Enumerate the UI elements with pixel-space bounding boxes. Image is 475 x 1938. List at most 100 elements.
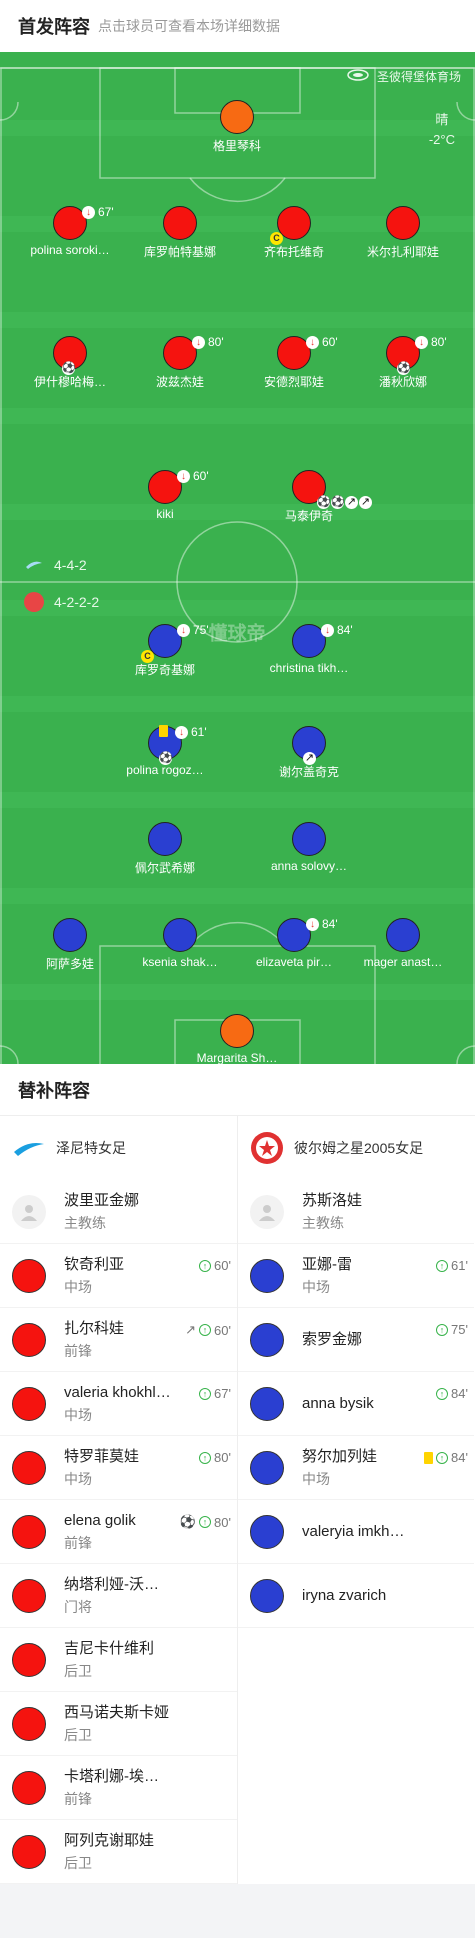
sub-off: ↓ 80' xyxy=(192,335,224,349)
sub-time: 60' xyxy=(214,1322,231,1338)
sub-row[interactable]: 索罗金娜 ↑ 75' xyxy=(238,1308,474,1372)
sub-row[interactable]: 亚娜-雷 中场 ↑ 61' xyxy=(238,1244,474,1308)
sub-row[interactable]: 努尔加列娃 中场 ↑ 84' xyxy=(238,1436,474,1500)
away-player[interactable]: mager anast… xyxy=(338,918,468,969)
assist-boot-icon: ↗ xyxy=(359,496,372,509)
player-marker xyxy=(163,918,197,952)
away-player[interactable]: anna solovy… xyxy=(244,822,374,873)
sub-off: ↓ 67' xyxy=(82,205,114,219)
sub-row[interactable]: 特罗菲莫娃 中场 ↑ 80' xyxy=(0,1436,237,1500)
sub-in-icon: ↑ xyxy=(199,1451,212,1464)
sub-row[interactable]: anna bysik ↑ 84' xyxy=(238,1372,474,1436)
sub-in-icon: ↑ xyxy=(436,1259,449,1272)
sub-name: iryna zvarich xyxy=(302,1586,387,1604)
sub-in-icon: ↑ xyxy=(436,1323,449,1336)
sub-row[interactable]: 纳塔利娅-沃… 门将 xyxy=(0,1564,237,1628)
sub-out-icon: ↓ xyxy=(175,725,188,739)
player-name: kiki xyxy=(156,507,174,521)
away-coach[interactable]: 苏斯洛娃 主教练 xyxy=(238,1180,474,1244)
sub-in-icon: ↑ xyxy=(199,1516,212,1528)
sub-row[interactable]: 吉尼卡什维利 后卫 xyxy=(0,1628,237,1692)
coach-name: 波里亚金娜 xyxy=(64,1191,140,1209)
player-marker: ⚽ ⚽ ↗ ↗ xyxy=(292,470,372,509)
away-player[interactable]: ↓ 61' ⚽ polina rogoz… xyxy=(100,725,230,777)
sub-row[interactable]: 阿列克谢耶娃 后卫 xyxy=(0,1820,237,1884)
home-team-name: 泽尼特女足 xyxy=(56,1140,126,1156)
sub-position: 中场 xyxy=(64,1470,92,1487)
player-name: 佩尔武希娜 xyxy=(134,861,195,875)
player-name: ksenia shak… xyxy=(142,955,218,969)
goal-ball-icon: ⚽ xyxy=(331,496,345,509)
away-player[interactable]: ↗ 谢尔盖奇克 xyxy=(244,726,374,780)
sub-row[interactable]: elena golik 前锋 ⚽ ↑ 80' xyxy=(0,1500,237,1564)
sub-name: anna bysik xyxy=(302,1394,374,1412)
sub-row[interactable]: 卡塔利娜-埃… 前锋 xyxy=(0,1756,237,1820)
sub-out-icon: ↓ xyxy=(321,623,334,637)
sub-name: 特罗菲莫娃 xyxy=(64,1447,140,1465)
sub-name: valeryia imkh… xyxy=(302,1522,405,1540)
player-marker xyxy=(386,206,420,240)
sub-name: 卡塔利娜-埃… xyxy=(64,1767,159,1785)
sub-row[interactable]: 钦奇利亚 中场 ↑ 60' xyxy=(0,1244,237,1308)
sub-off: ↓ 84' xyxy=(306,917,338,931)
coach-avatar-icon xyxy=(250,1194,284,1229)
sub-row[interactable]: 西马诺夫斯卡娅 后卫 xyxy=(0,1692,237,1756)
sub-off: ↓ 80' xyxy=(415,335,447,349)
home-player[interactable]: ↓ 60' kiki xyxy=(100,469,230,521)
sub-name: 索罗金娜 xyxy=(302,1330,363,1348)
zvezda-logo-icon xyxy=(24,592,44,612)
sub-name: 纳塔利娅-沃… xyxy=(64,1575,159,1593)
sub-row[interactable]: valeryia imkh… xyxy=(238,1500,474,1564)
player-marker: ↗ xyxy=(292,726,326,765)
sub-out-icon: ↓ xyxy=(306,917,319,931)
pitch: 懂球帝 圣彼得堡体育场 晴 -2°C 4-4-2 4-2-2-2 格里琴科 ↓ 6… xyxy=(0,52,475,1064)
home-coach[interactable]: 波里亚金娜 主教练 xyxy=(0,1180,237,1244)
home-player[interactable]: ↓ 80' 波兹杰娃 xyxy=(115,335,245,390)
zenit-logo-icon xyxy=(24,555,44,575)
sub-in-icon: ↑ xyxy=(199,1324,212,1336)
player-marker xyxy=(250,1322,284,1357)
away-player[interactable]: Margarita Sh… xyxy=(172,1014,302,1064)
yellow-card-icon xyxy=(159,725,168,737)
sub-row[interactable]: 扎尔科娃 前锋 ↗ ↑ 60' xyxy=(0,1308,237,1372)
sub-out-icon: ↓ xyxy=(177,623,190,637)
sub-row[interactable]: iryna zvarich xyxy=(238,1564,474,1628)
lineup-title: 首发阵容 xyxy=(18,17,90,37)
sub-position: 后卫 xyxy=(64,1662,92,1679)
captain-icon: C xyxy=(270,232,283,245)
player-marker: C xyxy=(270,206,311,245)
home-player[interactable]: ↓ 80' ⚽ 潘秋欣娜 xyxy=(338,335,468,390)
weather: 晴 -2°C xyxy=(429,110,455,150)
player-name: 米尔扎利耶娃 xyxy=(366,245,439,259)
coach-role: 主教练 xyxy=(302,1214,344,1231)
player-marker xyxy=(250,1514,284,1549)
sub-time: 61' xyxy=(451,1258,468,1273)
sub-position: 门将 xyxy=(64,1598,92,1615)
sub-off: ↓ 84' xyxy=(321,623,353,637)
home-formation-label: 4-4-2 xyxy=(54,557,87,573)
home-player[interactable]: 米尔扎利耶娃 xyxy=(338,206,468,260)
player-marker xyxy=(220,100,254,134)
captain-icon: C xyxy=(141,650,154,663)
home-player[interactable]: ⚽ ⚽ ↗ ↗ 马泰伊奇 xyxy=(244,470,374,524)
sub-time: 60' xyxy=(214,1258,231,1273)
home-player[interactable]: 格里琴科 xyxy=(172,100,302,154)
sub-out-icon: ↓ xyxy=(82,205,95,219)
away-player[interactable]: ↓ 84' christina tikh… xyxy=(244,623,374,675)
away-player[interactable]: 佩尔武希娜 xyxy=(100,822,230,876)
home-team-row[interactable]: 泽尼特女足 xyxy=(0,1116,237,1180)
away-player[interactable]: ksenia shak… xyxy=(115,918,245,969)
goal-ball-icon: ⚽ xyxy=(397,362,411,375)
sub-time: 84' xyxy=(451,1386,468,1401)
away-team-row[interactable]: 彼尔姆之星2005女足 xyxy=(238,1116,474,1180)
home-subs: 泽尼特女足 波里亚金娜 主教练 钦奇利亚 中场 ↑ 60' 扎尔科娃 前锋 ↗ ↑ 60' … xyxy=(0,1116,237,1884)
player-marker xyxy=(12,1450,46,1485)
player-marker xyxy=(292,822,326,856)
home-player[interactable]: 库罗帕特基娜 xyxy=(115,206,245,260)
away-player[interactable]: ↓ 75' C 库罗奇基娜 xyxy=(100,623,230,678)
sub-name: elena golik xyxy=(64,1511,136,1529)
sub-in-icon: ↑ xyxy=(199,1259,212,1272)
sub-name: 西马诺夫斯卡娅 xyxy=(64,1703,170,1721)
sub-row[interactable]: valeria khokhl… 中场 ↑ 67' xyxy=(0,1372,237,1436)
player-marker xyxy=(148,822,182,856)
